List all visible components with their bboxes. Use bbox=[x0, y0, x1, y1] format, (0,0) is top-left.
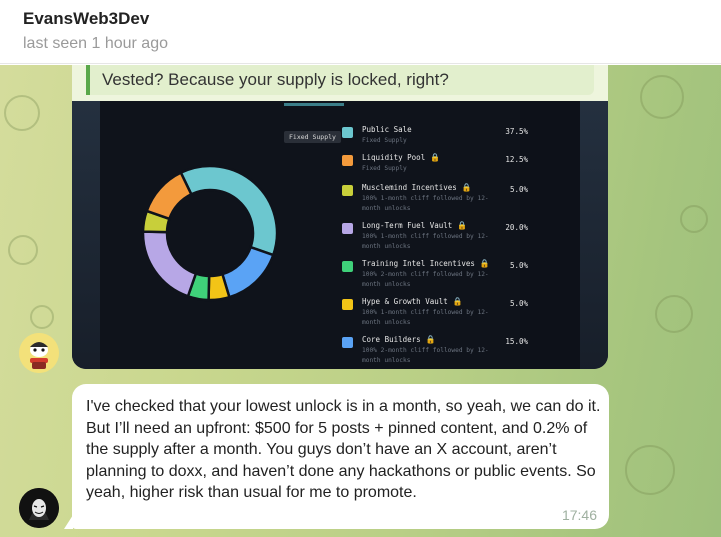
legend-swatch bbox=[342, 155, 353, 166]
legend-swatch bbox=[342, 185, 353, 196]
chat-header[interactable]: EvansWeb3Dev last seen 1 hour ago bbox=[0, 0, 721, 64]
image-message-bubble[interactable]: Vested? Because your supply is locked, r… bbox=[72, 65, 608, 369]
contact-name[interactable]: EvansWeb3Dev bbox=[23, 9, 149, 29]
tokenomics-panel: Fixed Supply Public Sale Fixed Supply 37.5… bbox=[100, 101, 528, 369]
avatar-mask-icon bbox=[19, 488, 59, 528]
legend-percentage: 20.0% bbox=[505, 223, 528, 232]
legend-row: Hype & Growth Vault 🔒 100% 1-month cliff … bbox=[342, 297, 538, 331]
lock-icon: 🔒 bbox=[474, 259, 490, 268]
legend-description: 100% 2-month cliff followed by 12-month … bbox=[362, 347, 489, 364]
message-text: I've checked that your lowest unlock is … bbox=[86, 398, 601, 501]
legend-percentage: 5.0% bbox=[509, 185, 528, 194]
legend-name: Long-Term Fuel Vault 🔒 bbox=[362, 221, 467, 230]
legend-name: Hype & Growth Vault 🔒 bbox=[362, 297, 463, 306]
legend-row: Liquidity Pool 🔒 Fixed Supply 12.5% bbox=[342, 153, 538, 187]
tokenomics-image[interactable]: Fixed Supply Public Sale Fixed Supply 37.5… bbox=[72, 101, 608, 369]
legend-description: Fixed Supply bbox=[362, 137, 407, 144]
legend-swatch bbox=[342, 299, 353, 310]
legend-row: Core Builders 🔒 100% 2-month cliff follow… bbox=[342, 335, 538, 369]
legend-name-text: Training Intel Incentives bbox=[362, 259, 475, 268]
legend-percentage: 15.0% bbox=[505, 337, 528, 346]
legend-swatch bbox=[342, 223, 353, 234]
legend-name: Public Sale bbox=[362, 125, 412, 134]
lock-icon: 🔒 bbox=[420, 335, 436, 344]
legend-percentage: 5.0% bbox=[509, 299, 528, 308]
legend-description: 100% 1-month cliff followed by 12-month … bbox=[362, 195, 489, 212]
lock-icon: 🔒 bbox=[425, 153, 440, 162]
legend-swatch bbox=[342, 337, 353, 348]
legend-name-text: Long-Term Fuel Vault bbox=[362, 221, 453, 230]
panel-tab-indicator bbox=[284, 103, 344, 106]
legend-name: Training Intel Incentives 🔒 bbox=[362, 259, 490, 268]
reply-quote-text: Vested? Because your supply is locked, r… bbox=[102, 70, 449, 89]
legend-swatch bbox=[342, 127, 353, 138]
image-left-edge bbox=[72, 101, 100, 369]
legend-row: Long-Term Fuel Vault 🔒 100% 1-month cliff… bbox=[342, 221, 538, 255]
lock-icon: 🔒 bbox=[456, 183, 472, 192]
legend-description: Fixed Supply bbox=[362, 165, 407, 172]
message-time: 17:46 bbox=[561, 507, 597, 523]
fixed-supply-tooltip: Fixed Supply bbox=[284, 131, 341, 143]
avatar-character-icon bbox=[19, 333, 59, 373]
donut-slice bbox=[145, 171, 193, 221]
legend-percentage: 5.0% bbox=[509, 261, 528, 270]
lock-icon: 🔒 bbox=[452, 221, 468, 230]
legend-description: 100% 1-month cliff followed by 12-month … bbox=[362, 309, 489, 326]
legend-percentage: 37.5% bbox=[505, 127, 528, 136]
legend-name: Liquidity Pool 🔒 bbox=[362, 153, 440, 162]
legend-name-text: Public Sale bbox=[362, 125, 412, 134]
legend-name: Core Builders 🔒 bbox=[362, 335, 435, 344]
legend-row: Musclemind Incentives 🔒 100% 1-month clif… bbox=[342, 183, 538, 217]
sender-avatar[interactable] bbox=[19, 488, 59, 528]
allocation-donut-chart bbox=[141, 164, 279, 302]
legend-row: Training Intel Incentives 🔒 100% 2-month … bbox=[342, 259, 538, 293]
legend-swatch bbox=[342, 261, 353, 272]
legend-description: 100% 2-month cliff followed by 12-month … bbox=[362, 271, 489, 288]
legend-name: Musclemind Incentives 🔒 bbox=[362, 183, 472, 192]
last-seen-status: last seen 1 hour ago bbox=[23, 35, 168, 52]
donut-slice bbox=[220, 245, 275, 299]
reply-quote[interactable]: Vested? Because your supply is locked, r… bbox=[86, 65, 594, 95]
legend-description: 100% 1-month cliff followed by 12-month … bbox=[362, 233, 489, 250]
legend-name-text: Liquidity Pool bbox=[362, 153, 426, 162]
donut-slice bbox=[179, 164, 279, 257]
lock-icon: 🔒 bbox=[447, 297, 463, 306]
contact-avatar[interactable] bbox=[19, 333, 59, 373]
legend-percentage: 12.5% bbox=[505, 155, 528, 164]
donut-slice bbox=[141, 230, 198, 298]
image-right-edge bbox=[580, 101, 608, 369]
legend-name-text: Hype & Growth Vault bbox=[362, 297, 448, 306]
legend-name-text: Core Builders bbox=[362, 335, 421, 344]
legend-name-text: Musclemind Incentives bbox=[362, 183, 457, 192]
text-message-bubble[interactable]: I've checked that your lowest unlock is … bbox=[72, 384, 609, 529]
